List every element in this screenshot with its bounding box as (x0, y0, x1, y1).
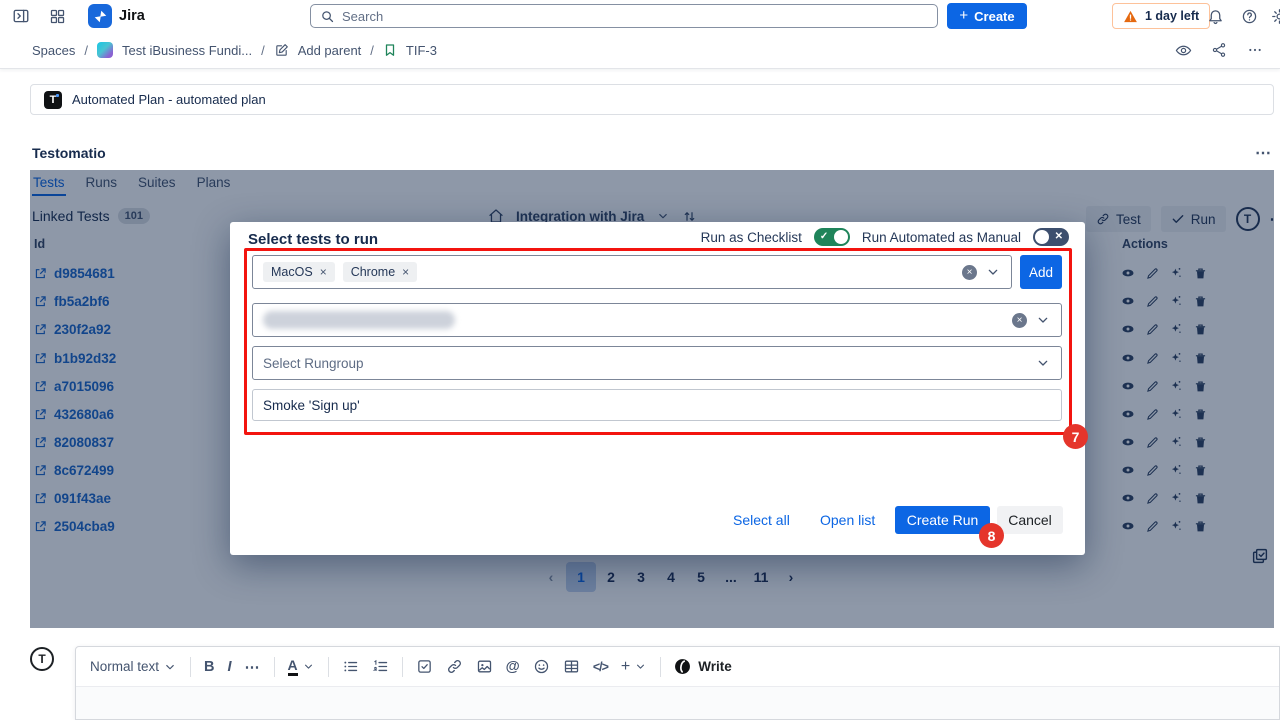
testomatio-plan-icon: T (44, 91, 62, 109)
manual-toggle-label: Run Automated as Manual (862, 230, 1021, 245)
redacted-selection-chip (263, 311, 455, 329)
toolbar-divider (190, 657, 191, 677)
edit-icon (274, 43, 289, 58)
chevron-down-icon (1035, 312, 1051, 328)
image-icon[interactable] (476, 658, 493, 675)
breadcrumb-project[interactable]: Test iBusiness Fundi... (122, 43, 252, 58)
bold-button[interactable]: B (204, 659, 214, 675)
cancel-button[interactable]: Cancel (997, 506, 1063, 534)
checklist-toggle-label: Run as Checklist (701, 230, 802, 245)
chevron-down-icon (1035, 355, 1051, 371)
remove-tag-icon[interactable]: × (402, 265, 409, 279)
ai-logo-icon (674, 658, 691, 675)
breadcrumb-bar: Spaces / Test iBusiness Fundi... / Add p… (0, 32, 1280, 69)
annotation-step-badge-7: 7 (1063, 424, 1088, 449)
plan-title: Automated Plan - automated plan (72, 92, 266, 107)
tag-chip-label: Chrome (351, 265, 395, 279)
top-navigation-bar: Jira + Create 1 day left (0, 0, 1280, 32)
editor-toolbar: Normal text B I ⋯ A (76, 647, 1279, 687)
toolbar-divider (402, 657, 403, 677)
warning-icon (1123, 9, 1138, 24)
tag-chip-label: MacOS (271, 265, 313, 279)
chevron-down-icon (163, 660, 177, 674)
chevron-down-icon (985, 264, 1001, 280)
bullet-list-icon[interactable] (342, 658, 359, 675)
app-name: Jira (119, 8, 145, 24)
link-icon[interactable] (446, 658, 463, 675)
section-more-icon[interactable]: ⋯ (1255, 143, 1272, 163)
select-all-link[interactable]: Select all (733, 506, 790, 534)
toolbar-divider (328, 657, 329, 677)
project-avatar (97, 42, 113, 58)
open-list-link[interactable]: Open list (820, 506, 875, 534)
page-actions (1168, 36, 1270, 64)
chevron-down-icon (302, 660, 315, 673)
run-title-input[interactable] (252, 389, 1062, 421)
insert-more-button[interactable]: + (621, 658, 647, 676)
app-screen: Jira + Create 1 day left Spaces / Test i (0, 0, 1280, 720)
testomatio-heading: Testomatio (32, 145, 106, 161)
modal-toggles: Run as Checklist ✓ Run Automated as Manu… (701, 228, 1069, 246)
automated-plan-card[interactable]: T Automated Plan - automated plan (30, 84, 1274, 115)
assignee-select[interactable]: × (252, 303, 1062, 337)
rungroup-select[interactable]: Select Rungroup (252, 346, 1062, 380)
trial-countdown-badge[interactable]: 1 day left (1112, 3, 1210, 29)
bookmark-icon (383, 43, 397, 57)
plus-icon: + (959, 7, 968, 24)
more-actions-icon[interactable] (1240, 36, 1270, 64)
settings-gear-icon[interactable] (1270, 7, 1280, 25)
search-icon (320, 9, 335, 24)
tag-chip[interactable]: MacOS × (263, 262, 335, 282)
create-button[interactable]: + Create (947, 3, 1027, 29)
run-automated-as-manual-toggle[interactable]: ✕ (1033, 228, 1069, 246)
more-formatting-icon[interactable]: ⋯ (245, 658, 261, 676)
clear-select-icon[interactable]: × (962, 265, 977, 280)
ai-write-button[interactable]: Write (674, 658, 732, 675)
clear-select-icon[interactable]: × (1012, 313, 1027, 328)
modal-title: Select tests to run (248, 231, 378, 248)
emoji-icon[interactable] (533, 658, 550, 675)
create-run-button[interactable]: Create Run (895, 506, 990, 534)
chevron-down-icon (634, 660, 647, 673)
global-search[interactable] (310, 4, 938, 28)
breadcrumb-issue-key[interactable]: TIF-3 (406, 43, 437, 58)
breadcrumb: Spaces / Test iBusiness Fundi... / Add p… (32, 32, 437, 68)
toolbar-divider (660, 657, 661, 677)
mention-icon[interactable]: @ (506, 659, 520, 675)
code-icon[interactable]: </> (593, 660, 608, 674)
sidebar-toggle-icon[interactable] (12, 7, 30, 25)
tag-chip[interactable]: Chrome × (343, 262, 417, 282)
toolbar-divider (274, 657, 275, 677)
remove-tag-icon[interactable]: × (320, 265, 327, 279)
run-as-checklist-toggle[interactable]: ✓ (814, 228, 850, 246)
breadcrumb-add-parent[interactable]: Add parent (298, 43, 362, 58)
help-icon[interactable] (1240, 7, 1258, 25)
numbered-list-icon[interactable] (372, 658, 389, 675)
table-icon[interactable] (563, 658, 580, 675)
italic-button[interactable]: I (228, 659, 232, 675)
text-style-select[interactable]: Normal text (90, 659, 177, 674)
watch-eye-icon[interactable] (1168, 36, 1198, 64)
app-switcher-icon[interactable] (48, 7, 66, 25)
search-input[interactable] (342, 9, 928, 24)
editor-content-area[interactable] (76, 687, 1279, 719)
add-button[interactable]: Add (1020, 255, 1062, 289)
share-icon[interactable] (1204, 36, 1234, 64)
notifications-bell-icon[interactable] (1206, 7, 1224, 25)
testomatio-comment-logo-icon: T (30, 647, 54, 671)
rungroup-placeholder: Select Rungroup (263, 356, 364, 371)
comment-editor[interactable]: Normal text B I ⋯ A (75, 646, 1280, 720)
annotation-step-badge-8: 8 (979, 523, 1004, 548)
environment-multiselect[interactable]: MacOS × Chrome × × (252, 255, 1012, 289)
jira-logo-icon[interactable] (88, 4, 112, 28)
task-list-icon[interactable] (416, 658, 433, 675)
select-tests-modal: Select tests to run Run as Checklist ✓ R… (230, 222, 1085, 555)
text-color-button[interactable]: A (288, 658, 315, 676)
breadcrumb-spaces[interactable]: Spaces (32, 43, 75, 58)
